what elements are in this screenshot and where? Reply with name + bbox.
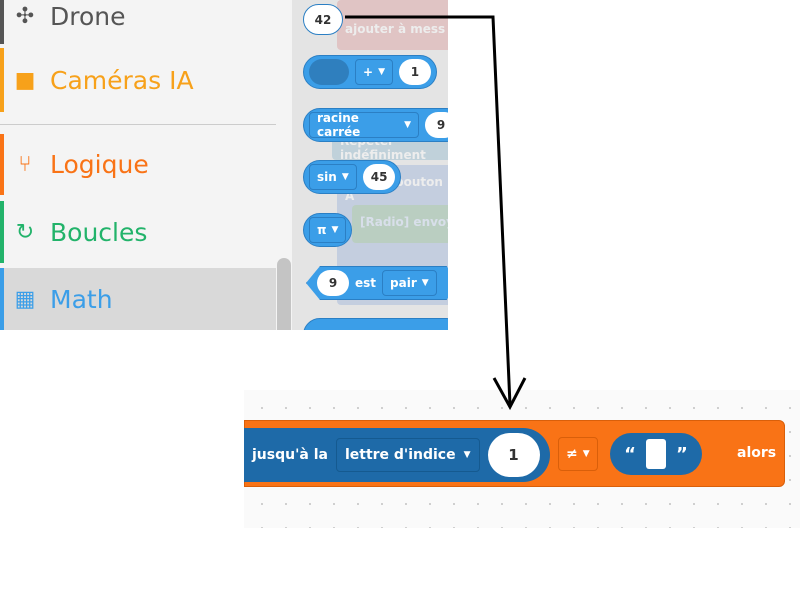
drag-arrow	[345, 15, 527, 411]
arrow-line	[345, 15, 512, 406]
